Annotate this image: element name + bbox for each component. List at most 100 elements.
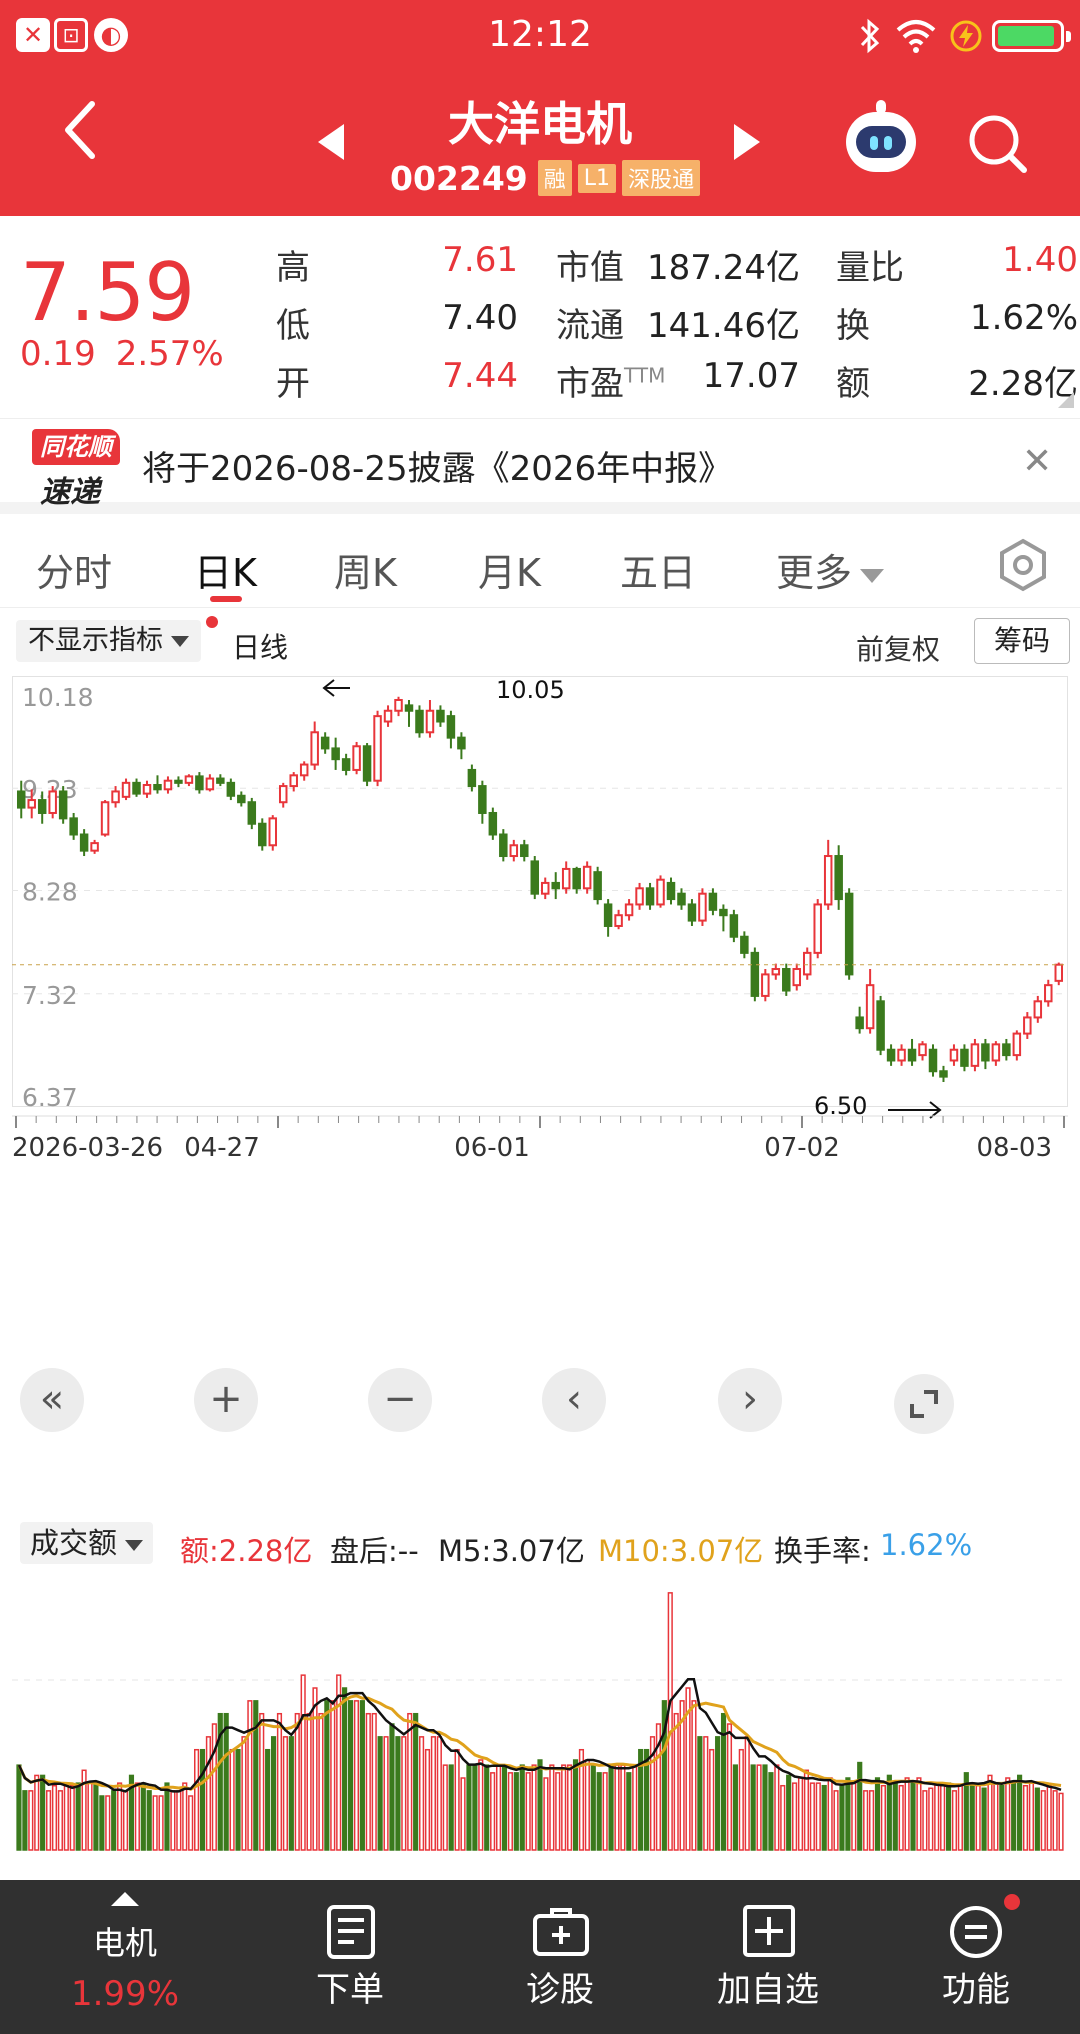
candle-body — [436, 709, 445, 723]
volume-bar — [993, 1782, 999, 1851]
volume-bar — [413, 1712, 419, 1851]
diagnose-label: 诊股 — [526, 1970, 594, 2010]
open-label: 开 — [276, 364, 310, 404]
x-tick-label: 04-27 — [184, 1133, 260, 1163]
indicator-select[interactable]: 不显示指标 — [16, 620, 201, 662]
zoom-out-button[interactable]: − — [368, 1368, 432, 1432]
volume-bar — [336, 1674, 342, 1851]
candle-body — [499, 833, 508, 858]
candle-body — [320, 736, 330, 750]
scroll-right-button[interactable]: › — [718, 1368, 782, 1432]
ai-assistant-robot-icon[interactable] — [846, 100, 916, 172]
candle-body — [446, 715, 456, 739]
close-icon[interactable]: ✕ — [1022, 441, 1052, 482]
candle-body — [928, 1048, 938, 1073]
tab-five-day[interactable]: 五日 — [620, 542, 696, 597]
candlestick-chart[interactable]: 10.189.238.287.326.3710.056.502026-03-26… — [12, 676, 1068, 1442]
volume-bar — [1028, 1782, 1035, 1851]
expand-corner-icon[interactable] — [1058, 392, 1074, 408]
candle-body — [582, 865, 592, 890]
volume-bar — [472, 1764, 478, 1851]
settings-hexagon-icon[interactable] — [998, 538, 1048, 592]
volume-bar — [223, 1712, 229, 1851]
tab-weekly-k[interactable]: 周K — [334, 542, 397, 597]
order-button[interactable]: 下单 — [270, 1880, 430, 2034]
volume-bar — [809, 1782, 815, 1851]
high-price-label: 10.05 — [496, 676, 565, 704]
next-stock-arrow-icon[interactable] — [734, 124, 760, 160]
tab-daily-k[interactable]: 日K — [194, 542, 257, 597]
y-tick-label: 8.28 — [22, 877, 78, 906]
candle-body — [991, 1043, 1001, 1062]
volume-indicator-select[interactable]: 成交额 — [20, 1522, 154, 1564]
stock-header: ✕ ⊡ ◐ 12:12 大洋电机 002249 融 L1 深股通 — [0, 0, 1080, 216]
turnover-rate-value: 1.62% — [880, 1528, 973, 1562]
candle-body — [478, 785, 487, 814]
volume-bar — [768, 1772, 774, 1851]
volume-bar — [383, 1736, 389, 1851]
candle-body — [750, 951, 760, 997]
candle-body — [960, 1048, 969, 1067]
volume-bar — [158, 1795, 164, 1851]
candle-body — [918, 1043, 927, 1057]
volume-bar — [22, 1790, 28, 1851]
candle-body — [802, 951, 812, 976]
tab-more[interactable]: 更多 — [776, 542, 885, 597]
candle-body — [603, 903, 613, 927]
amount-label: 额 — [836, 364, 870, 404]
logo-top: 同花顺 — [32, 429, 120, 465]
volume-bar — [880, 1784, 886, 1851]
candle-body — [310, 731, 319, 766]
volume-bar — [111, 1790, 117, 1851]
candle-body — [981, 1043, 990, 1062]
low-value: 7.40 — [442, 298, 518, 338]
active-tab-underline — [210, 596, 242, 602]
volume-bar — [703, 1736, 709, 1851]
candle-body — [457, 736, 466, 750]
sector-item[interactable]: 电机 1.99% — [40, 1880, 210, 2034]
search-icon[interactable] — [966, 112, 1030, 176]
volume-bar — [744, 1736, 750, 1851]
candle-body — [1054, 963, 1064, 982]
volume-bar — [614, 1764, 620, 1851]
candle-body — [488, 811, 498, 836]
candle-body — [268, 817, 278, 847]
order-label: 下单 — [316, 1970, 384, 2010]
tab-monthly-k[interactable]: 月K — [478, 542, 541, 597]
volume-bar — [786, 1774, 792, 1851]
volume-bar — [57, 1790, 63, 1851]
fullscreen-icon[interactable] — [894, 1374, 954, 1434]
volume-bar — [874, 1777, 881, 1851]
new-dot — [206, 616, 218, 628]
volume-bar — [288, 1736, 294, 1851]
tab-intraday[interactable]: 分时 — [36, 542, 112, 597]
volume-bar — [407, 1712, 413, 1851]
functions-button[interactable]: 功能 — [896, 1880, 1056, 2034]
volume-bar — [863, 1790, 869, 1851]
candle-body — [897, 1048, 906, 1062]
chips-button[interactable]: 筹码 — [974, 618, 1070, 664]
candle-body — [561, 867, 571, 890]
zoom-in-button[interactable]: + — [194, 1368, 258, 1432]
volume-bar — [833, 1790, 839, 1851]
volume-bar — [276, 1712, 283, 1851]
volume-bar — [839, 1784, 845, 1851]
diagnose-button[interactable]: 诊股 — [480, 1880, 640, 2034]
chevron-down-icon — [860, 568, 885, 583]
stock-code: 002249 — [390, 158, 528, 198]
volume-bar — [934, 1782, 940, 1851]
volume-bar — [448, 1764, 454, 1851]
volume-bar — [513, 1772, 519, 1851]
volume-bar — [259, 1712, 265, 1851]
candle-body — [100, 801, 110, 836]
scroll-left-button[interactable]: ‹ — [542, 1368, 606, 1432]
notice-banner[interactable]: 同花顺 速递 将于2026-08-25披露《2026年中报》 ✕ — [0, 418, 1080, 514]
adjust-mode-button[interactable]: 前复权 — [856, 628, 940, 668]
add-watchlist-button[interactable]: 加自选 — [688, 1880, 848, 2034]
scroll-to-start-button[interactable]: « — [20, 1368, 84, 1432]
y-tick-label: 10.18 — [22, 683, 94, 712]
volume-bar — [253, 1700, 259, 1851]
menu-circle-icon — [950, 1906, 1002, 1958]
candle-body — [226, 781, 236, 797]
volume-bar — [282, 1736, 288, 1851]
